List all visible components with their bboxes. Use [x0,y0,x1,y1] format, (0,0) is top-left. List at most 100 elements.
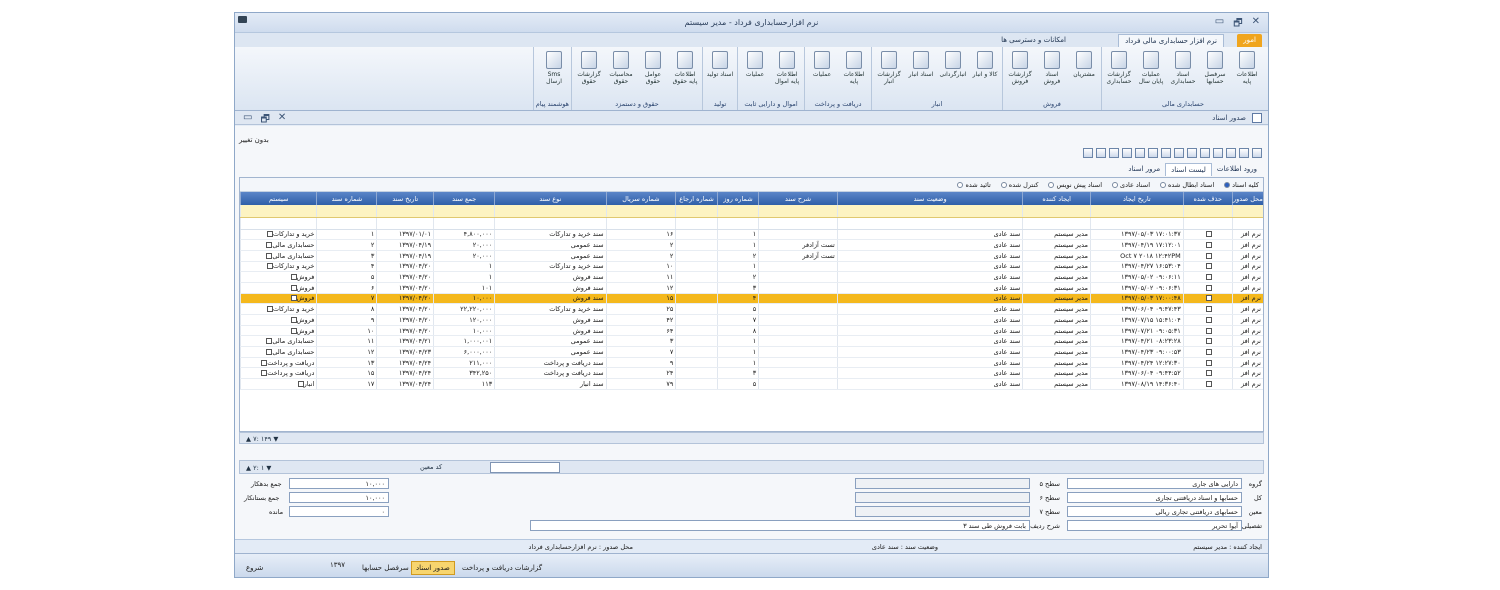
tab-entry[interactable]: ورود اطلاعات [1212,163,1262,176]
last-icon[interactable]: ▼ [273,435,278,443]
ribbon-button[interactable]: اسناد حسابداری [1168,47,1198,100]
ribbon-button[interactable]: اطلاعات پایه [839,47,869,100]
ribbon-button[interactable]: اسناد تولید [705,47,735,100]
restore-icon[interactable]: 🗗 [1233,16,1242,33]
ribbon-button[interactable]: مشتریان [1069,47,1099,100]
preview-icon[interactable] [1174,148,1184,158]
ribbon-button[interactable]: عملیات [740,47,770,100]
ribbon-button[interactable]: اطلاعات پایه [1232,47,1262,100]
ribbon-button[interactable]: اسناد انبار [906,47,936,100]
checkbox[interactable] [1205,338,1212,345]
table-row[interactable]: خرید و تدارکات ۴ ۱۳۹۷/۰۴/۲۰ ۱ سند خرید و تدا… [239,261,1263,273]
checkbox[interactable] [1205,359,1212,366]
code-input[interactable] [490,462,560,473]
first-icon[interactable]: ▲ [246,435,251,443]
ribbon-button[interactable]: گزارشات فروش [1005,47,1035,100]
ribbon-button[interactable]: عملیات [807,47,837,100]
filter-radio[interactable]: اسناد پیش نویس [1048,181,1102,189]
paste-icon[interactable] [1161,148,1171,158]
ribbon-button[interactable]: انبارگردانی [938,47,968,100]
ribbon-button[interactable]: Sms ارسال [539,47,569,100]
table-row[interactable]: خرید و تدارکات ۱ ۱۳۹۷/۰۱/۰۱ ۴,۸۰۰,۰۰۰ سند خر… [239,229,1263,241]
tab-review[interactable]: مرور اسناد [1123,163,1165,176]
table-row[interactable]: انبار ۱۷ ۱۳۹۷/۰۴/۲۴ ۱۱۳ سند انبار ۷۹ ۵ سند عادی… [239,378,1263,390]
checkbox[interactable] [1205,348,1212,355]
column-header[interactable]: حذف شده [1182,192,1233,205]
moin-field[interactable]: حسابهای دریافتنی تجاری ریالی [1067,506,1242,517]
table-row[interactable]: فروش ۱۰ ۱۳۹۷/۰۴/۲۰ ۱۰,۰۰۰ سند فروش ۶۴ ۸ سند عاد… [239,325,1263,337]
checkbox[interactable] [1205,295,1212,302]
save-icon[interactable] [1239,148,1249,158]
checkbox[interactable] [1205,380,1212,387]
column-header[interactable]: تاریخ ایجاد [1089,192,1184,205]
ribbon-button[interactable]: اطلاعات پایه اموال [772,47,802,100]
kol-field[interactable]: حسابها و اسناد دریافتنی تجاری [1067,492,1242,503]
checkbox[interactable] [1205,370,1212,377]
table-row[interactable]: دریافت و پرداخت ۱۳ ۱۳۹۷/۰۴/۲۴ ۲۱۱,۰۰۰ سند در… [239,357,1263,369]
table-row[interactable]: دریافت و پرداخت ۱۵ ۱۳۹۷/۰۴/۲۴ ۳۴۲,۲۵۰ سند در… [239,367,1263,380]
filter-radio[interactable]: کنترل شده [1000,181,1038,189]
task-reports[interactable]: گزارشات دریافت و پرداخت [457,561,547,575]
checkbox[interactable] [1205,316,1212,323]
ribbon-button[interactable]: محاسبات حقوق [606,47,636,100]
ribbon-button[interactable]: سرفصل حسابها [1200,47,1230,100]
ribbon-button[interactable]: گزارشات انبار [874,47,904,100]
last-icon[interactable]: ▼ [266,464,271,472]
ribbon-button[interactable]: اسناد فروش [1037,47,1067,100]
table-row[interactable]: حسابداری مالی ۱۱ ۱۳۹۷/۰۴/۲۱ ۱,۰۰۰,۰۰۱ سند عم… [239,335,1263,348]
column-header[interactable]: ایجاد کننده [1022,192,1091,205]
table-row[interactable]: حسابداری مالی ۱۲ ۱۳۹۷/۰۴/۲۳ ۶,۰۰۰,۰۰۰ سند عم… [239,346,1263,358]
checkbox[interactable] [1205,327,1212,334]
table-row[interactable]: فروش ۵ ۱۳۹۷/۰۴/۲۰ ۱ سند فروش ۱۱ ۲ سند عادی مدیر … [239,271,1263,283]
chart-icon[interactable] [1096,148,1106,158]
filter-radio[interactable]: کلیه اسناد [1224,181,1259,189]
checkbox[interactable] [1205,306,1212,313]
ribbon-button[interactable]: عملیات پایان سال [1136,47,1166,100]
column-header[interactable]: شماره سند [316,192,377,205]
column-header[interactable]: جمع سند [433,192,495,205]
start-button[interactable]: شروع [241,561,268,575]
task-documents[interactable]: صدور اسناد [411,561,455,575]
ribbon-button[interactable]: اطلاعات پایه حقوق [670,47,700,100]
description-field[interactable]: بابت فروش طی سند ۳ [530,520,1030,531]
column-header[interactable]: تاریخ سند [376,192,434,205]
export-icon[interactable] [1122,148,1132,158]
tab-list[interactable]: لیست اسناد [1165,163,1212,176]
ribbon-button[interactable]: کالا و انبار [970,47,1000,100]
column-header[interactable]: محل صدور [1231,192,1263,205]
column-header[interactable]: سیستم [239,192,317,205]
table-row[interactable]: حسابداری مالی ۳ ۱۳۹۷/۰۴/۱۹ ۲۰,۰۰۰ سند عمومی ۲… [239,250,1263,262]
settings-icon[interactable] [1083,148,1093,158]
tab-accounting[interactable]: نرم افزار حسابداری مالی فرداد [1118,34,1224,47]
table-row[interactable]: خرید و تدارکات ۸ ۱۳۹۷/۰۴/۲۰ ۲۲,۲۲۰,۰۰۰ سند خ… [239,303,1263,315]
group-field[interactable]: دارایی های جاری [1067,478,1242,489]
filter-radio[interactable]: اسناد عادی [1112,181,1150,189]
ribbon-button[interactable]: گزارشات حسابداری [1104,47,1134,100]
table-row[interactable]: فروش ۷ ۱۳۹۷/۰۴/۲۰ ۱۰,۰۰۰ سند فروش ۱۵ ۴ سند عادی… [239,293,1263,305]
column-header[interactable]: وضعیت سند [836,192,1023,205]
new-icon[interactable] [1252,148,1262,158]
checkbox[interactable] [1205,263,1212,270]
level7-field[interactable] [855,506,1030,517]
level5-field[interactable] [855,478,1030,489]
checkbox[interactable] [1205,252,1212,259]
cancel-icon[interactable] [1213,148,1223,158]
checkbox[interactable] [1205,242,1212,249]
first-icon[interactable]: ▲ [246,464,251,472]
edit-icon[interactable] [1148,148,1158,158]
tafsili-field[interactable]: آیوا تحریر [1067,520,1242,531]
checkbox[interactable] [1205,274,1212,281]
confirm-icon[interactable] [1135,148,1145,158]
column-header[interactable]: نوع سند [494,192,607,205]
import-icon[interactable] [1109,148,1119,158]
level6-field[interactable] [855,492,1030,503]
task-accounts[interactable]: سرفصل حسابها [357,561,414,575]
copy-icon[interactable] [1187,148,1197,158]
delete-icon[interactable] [1200,148,1210,158]
table-row[interactable]: فروش ۹ ۱۳۹۷/۰۴/۲۰ ۱۲۰,۰۰۰ سند فروش ۴۲ ۷ سند عاد… [239,314,1263,326]
table-row[interactable]: حسابداری مالی ۲ ۱۳۹۷/۰۴/۱۹ ۲۰,۰۰۰ سند عمومی ۲… [239,239,1263,251]
tab-file[interactable]: امور [1237,34,1262,47]
close-icon[interactable]: ✕ [1252,16,1260,33]
table-row[interactable]: فروش ۶ ۱۳۹۷/۰۴/۲۰ ۱۰۱ سند فروش ۱۲ ۳ سند عادی مدی… [239,282,1263,294]
ribbon-button[interactable]: عوامل حقوق [638,47,668,100]
